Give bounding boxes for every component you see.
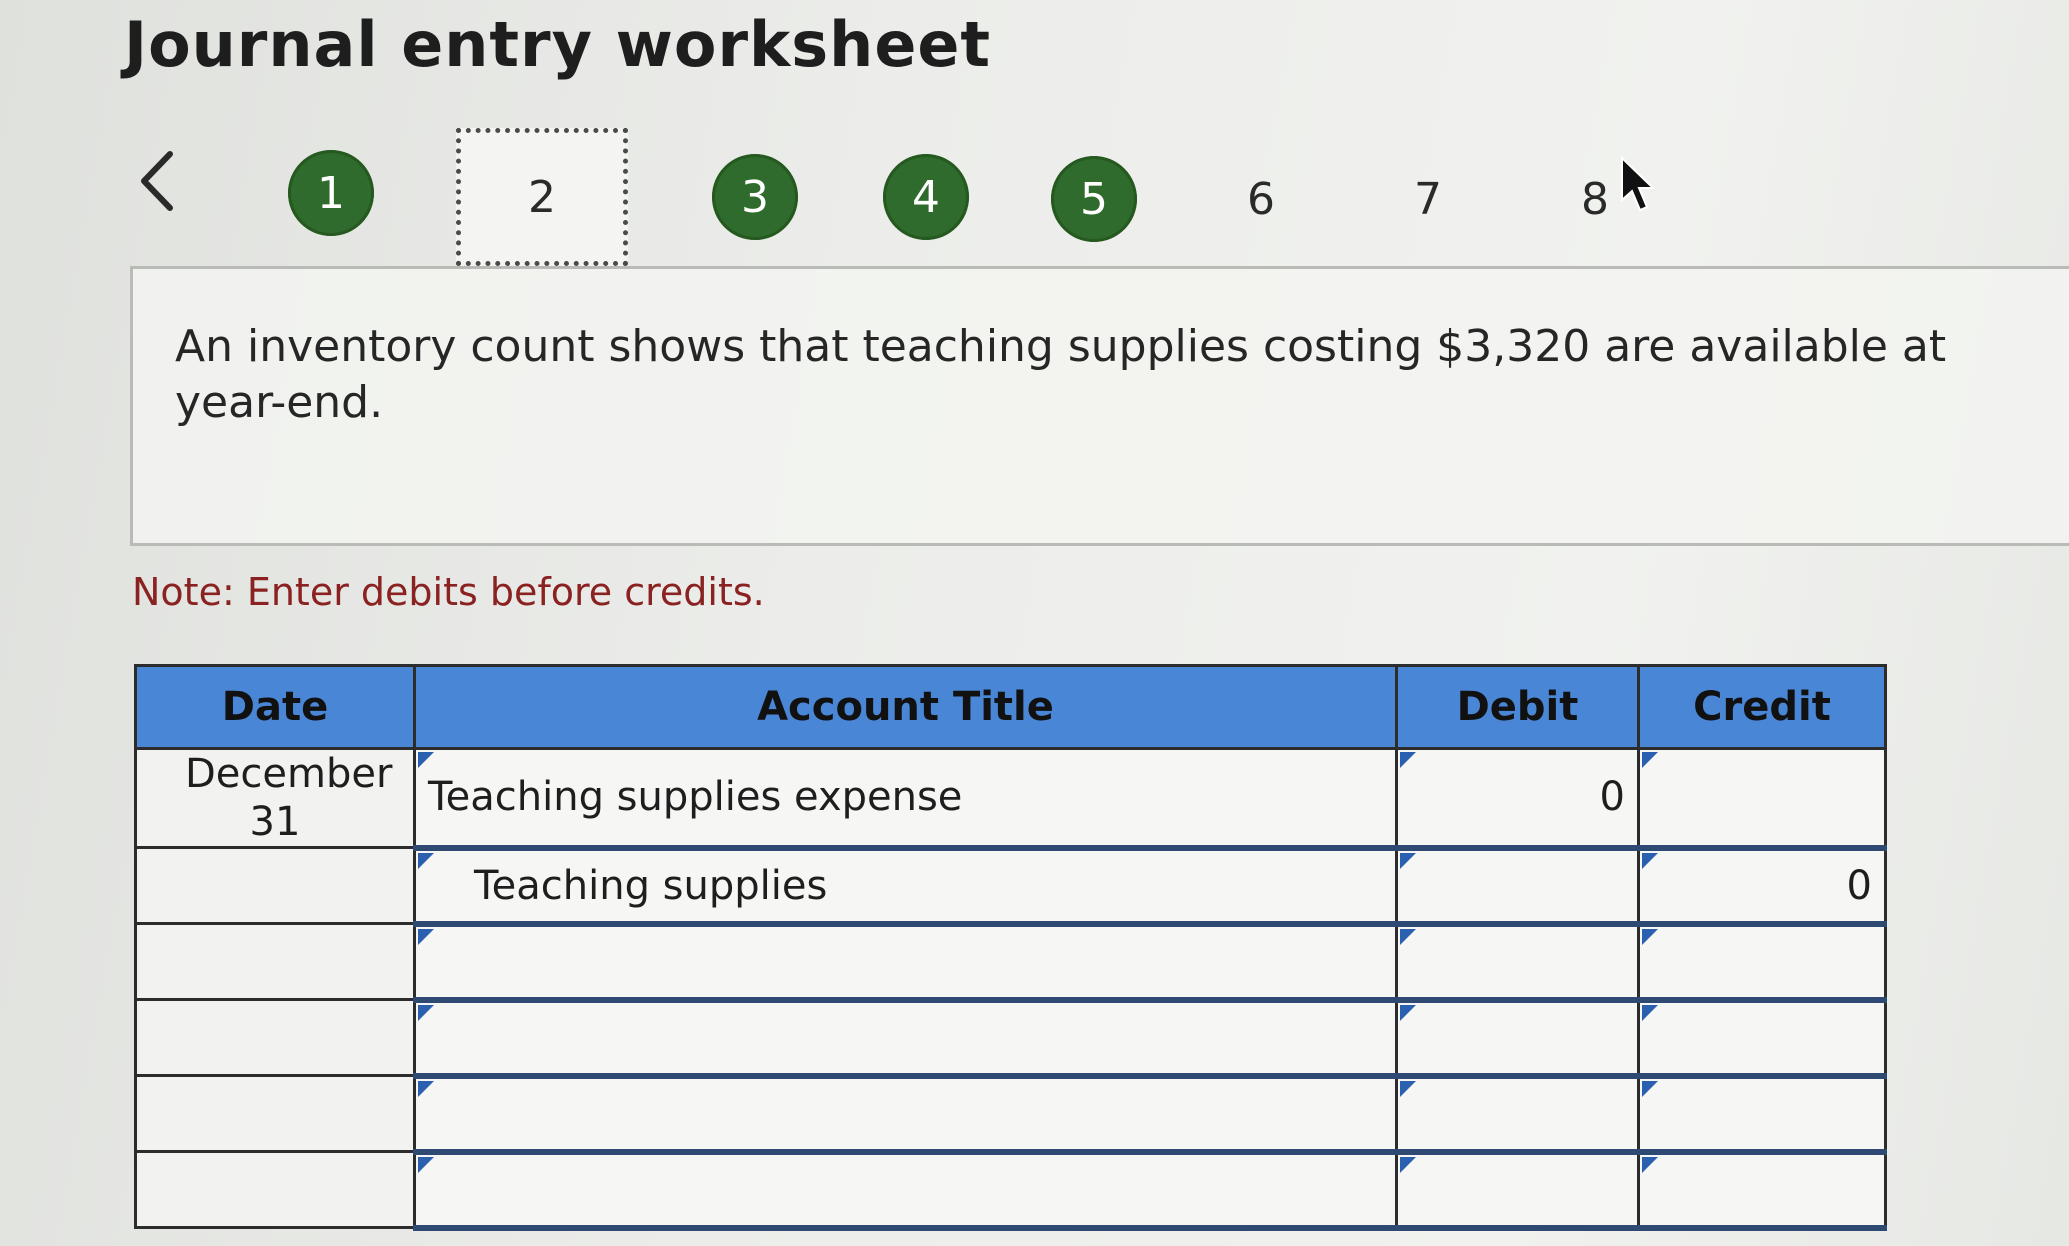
date-column-header: Date [134, 664, 416, 750]
step-navigation: 1 2 3 4 5 6 7 8 [0, 0, 2069, 290]
step-5-button[interactable]: 5 [1051, 156, 1137, 242]
credit-value [1640, 1155, 1884, 1225]
account-title-field[interactable] [413, 1074, 1398, 1155]
table-header-row: Date Account Title Debit Credit [134, 664, 1887, 750]
credit-field[interactable] [1637, 1150, 1887, 1231]
account-title-value: Teaching supplies expense [428, 774, 963, 821]
date-cell: December 31 [134, 747, 416, 849]
account-title-field[interactable]: Teaching supplies expense [413, 747, 1398, 851]
step-4-button[interactable]: 4 [883, 154, 969, 240]
credit-field[interactable] [1637, 998, 1887, 1079]
account-title-value [416, 927, 1395, 997]
debit-field[interactable] [1395, 922, 1640, 1003]
table-row [134, 1150, 1887, 1231]
account-title-field[interactable] [413, 922, 1398, 1003]
debit-field[interactable] [1395, 1074, 1640, 1155]
step-2-button[interactable]: 2 [456, 128, 628, 266]
date-cell [134, 1074, 416, 1153]
table-row [134, 1074, 1887, 1155]
step-7-button[interactable]: 7 [1385, 156, 1471, 242]
credit-value [1640, 750, 1884, 845]
credit-field[interactable] [1637, 922, 1887, 1003]
credit-field[interactable] [1637, 747, 1887, 851]
debit-field[interactable] [1395, 998, 1640, 1079]
account-title-value [416, 1079, 1395, 1149]
question-box: An inventory count shows that teaching s… [130, 266, 2069, 546]
debit-value [1398, 1003, 1637, 1073]
account-title-field[interactable] [413, 998, 1398, 1079]
credit-column-header: Credit [1637, 664, 1887, 750]
credit-value: 0 [1846, 862, 1872, 909]
date-value: December 31 [185, 751, 393, 845]
date-cell [134, 998, 416, 1077]
account-title-value [416, 1155, 1395, 1225]
date-cell [134, 846, 416, 925]
credit-field[interactable]: 0 [1637, 846, 1887, 927]
credit-value [1640, 927, 1884, 997]
credit-field[interactable] [1637, 1074, 1887, 1155]
date-cell [134, 922, 416, 1001]
account-title-field[interactable] [413, 1150, 1398, 1231]
debit-value [1398, 851, 1637, 921]
debit-value [1398, 1079, 1637, 1149]
credit-value [1640, 1003, 1884, 1073]
table-row [134, 998, 1887, 1079]
debit-field[interactable] [1395, 1150, 1640, 1231]
step-3-button[interactable]: 3 [712, 154, 798, 240]
debit-column-header: Debit [1395, 664, 1640, 750]
table-row: Teaching supplies 0 [134, 846, 1887, 927]
step-6-button[interactable]: 6 [1218, 156, 1304, 242]
mouse-pointer-icon [1621, 156, 1656, 212]
account-title-field[interactable]: Teaching supplies [413, 846, 1398, 927]
table-row [134, 922, 1887, 1003]
journal-entry-table: Date Account Title Debit Credit December… [134, 664, 1887, 1231]
table-row: December 31 Teaching supplies expense 0 [134, 747, 1887, 851]
account-title-column-header: Account Title [413, 664, 1398, 750]
credit-value [1640, 1079, 1884, 1149]
worksheet-page: Journal entry worksheet 1 2 3 4 5 6 7 8 … [0, 0, 2069, 1246]
instruction-note: Note: Enter debits before credits. [132, 570, 765, 614]
debit-value [1398, 927, 1637, 997]
debit-field[interactable] [1395, 846, 1640, 927]
step-1-button[interactable]: 1 [288, 150, 374, 236]
debit-value: 0 [1599, 774, 1625, 821]
date-cell [134, 1150, 416, 1229]
account-title-value [416, 1003, 1395, 1073]
chevron-left-icon[interactable] [134, 146, 180, 216]
question-text: An inventory count shows that teaching s… [175, 321, 1947, 428]
debit-field[interactable]: 0 [1395, 747, 1640, 851]
account-title-value: Teaching supplies [474, 862, 828, 909]
debit-value [1398, 1155, 1637, 1225]
